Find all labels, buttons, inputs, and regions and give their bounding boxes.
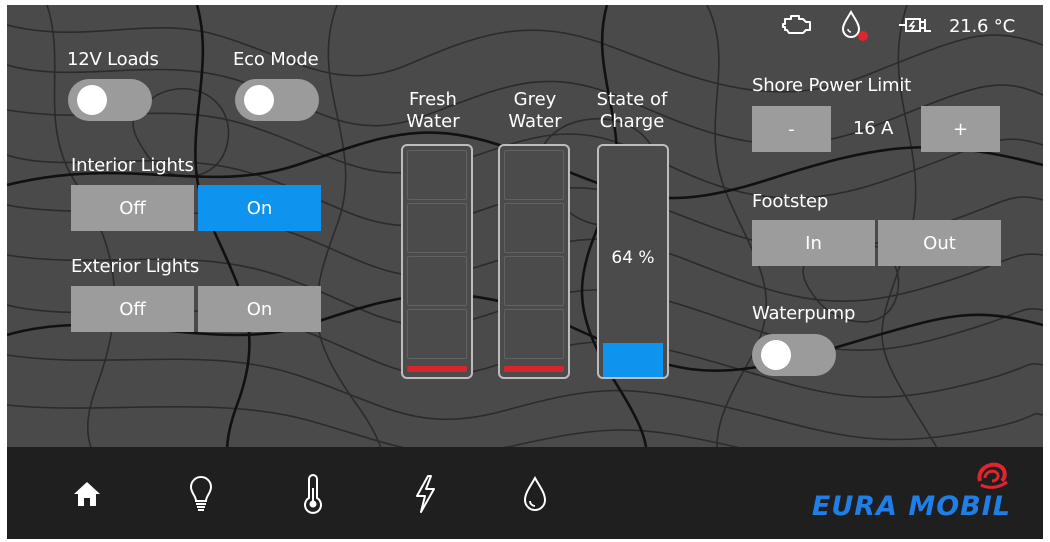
state-of-charge-title-line2: Charge [599,111,665,132]
exterior-lights-on-button[interactable]: On [198,286,321,332]
water-drop-alert-icon [841,9,868,41]
footstep-label: Footstep [752,191,829,212]
eco-mode-label: Eco Mode [233,49,319,70]
toggle-knob [244,85,274,115]
status-bar: 21.6 °C [767,5,1043,45]
grey-water-low-bar [504,366,564,372]
gauge-segment [504,150,564,200]
eco-mode-toggle[interactable] [235,79,319,121]
fresh-water-title-line1: Fresh [409,89,457,110]
shore-plug-icon [899,18,931,32]
fresh-water-low-bar [407,366,467,372]
exterior-lights-label: Exterior Lights [71,256,199,277]
waterpump-toggle[interactable] [752,334,836,376]
nav-water-button[interactable] [515,473,555,515]
exterior-lights-off-button[interactable]: Off [71,286,194,332]
gauge-segment [504,256,564,306]
gauge-segment [504,203,564,253]
footstep-in-button[interactable]: In [752,220,875,266]
state-of-charge-fill [603,343,663,377]
state-of-charge-title: State of Charge [587,89,677,133]
interior-lights-label: Interior Lights [71,155,194,176]
thermometer-icon [304,474,322,514]
gauge-segment [407,150,467,200]
water-drop-icon [523,475,547,511]
grey-water-title-line2: Water [508,111,562,132]
shore-power-value: 16 A [853,118,894,139]
lightning-icon [416,475,435,513]
bottom-navigation: EURA MOBIL [7,447,1043,539]
temperature-readout: 21.6 °C [949,16,1015,37]
light-bulb-icon [189,475,213,511]
brand-wordmark: EURA MOBIL [811,491,1011,522]
loads-toggle[interactable] [68,79,152,121]
footstep-out-button[interactable]: Out [878,220,1001,266]
waterpump-label: Waterpump [752,303,856,324]
fresh-water-title: Fresh Water [395,89,471,133]
grey-water-title-line1: Grey [513,89,557,110]
interior-lights-off-button[interactable]: Off [71,185,194,231]
state-of-charge-gauge: 64 % [597,144,669,379]
shore-power-plus-button[interactable]: + [921,106,1000,152]
eura-mobil-logo-icon [977,462,1008,489]
shore-power-minus-button[interactable]: - [752,106,831,152]
nav-home-button[interactable] [67,473,107,515]
gauge-segment [407,203,467,253]
grey-water-gauge [498,144,570,379]
dashboard-screen: 21.6 °C 12V Loads Eco Mode Interior Ligh… [7,5,1043,539]
toggle-knob [761,340,791,370]
loads-label: 12V Loads [67,49,159,70]
gauge-segment [407,256,467,306]
toggle-knob [77,85,107,115]
gauge-segment [407,309,467,359]
nav-power-button[interactable] [405,473,445,515]
shore-power-label: Shore Power Limit [752,75,912,96]
engine-icon [782,15,811,34]
fresh-water-gauge [401,144,473,379]
nav-climate-button[interactable] [293,473,333,515]
gauge-segment [504,309,564,359]
nav-lighting-button[interactable] [181,473,221,515]
fresh-water-title-line2: Water [406,111,460,132]
interior-lights-on-button[interactable]: On [198,185,321,231]
state-of-charge-title-line1: State of [596,89,668,110]
grey-water-title: Grey Water [497,89,573,133]
home-icon [74,482,100,506]
state-of-charge-value: 64 % [611,248,655,268]
